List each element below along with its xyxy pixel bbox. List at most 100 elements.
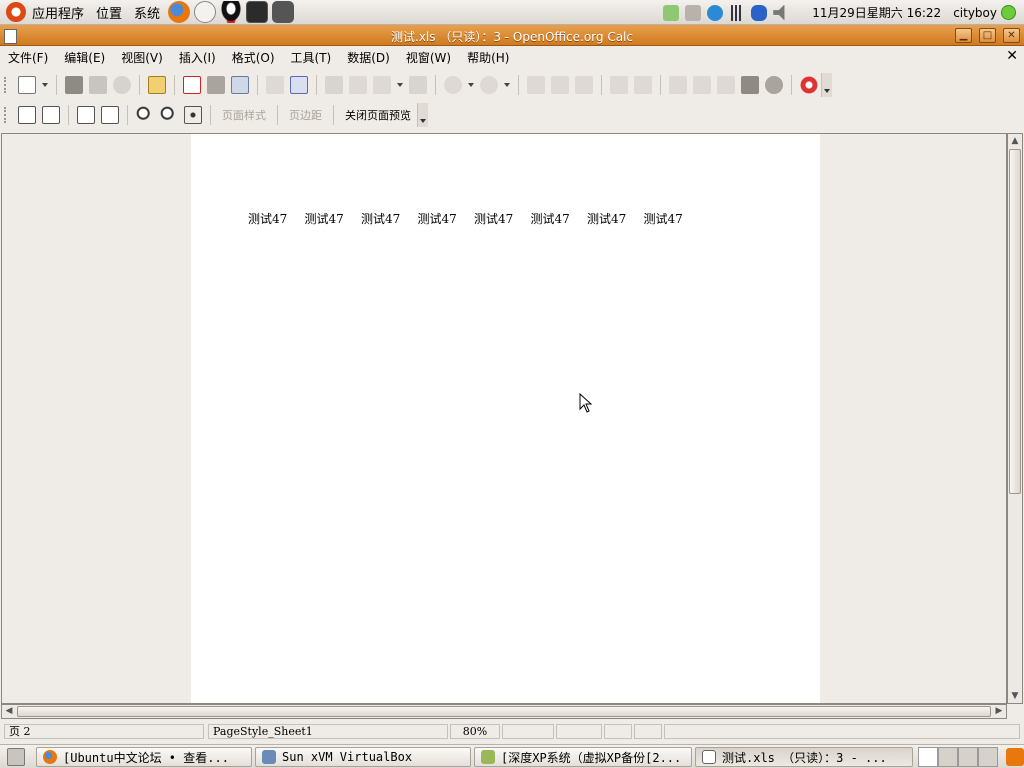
margins-button[interactable]: 页边距 (283, 107, 328, 123)
bluetooth-icon[interactable] (751, 4, 768, 21)
minimize-button[interactable]: ▁ (955, 28, 972, 43)
open-folder-icon[interactable] (65, 76, 83, 94)
zoom-magnifier-icon[interactable] (765, 76, 783, 94)
user-switcher[interactable]: cityboy (953, 5, 1016, 20)
new-dropdown-arrow-icon[interactable] (42, 83, 48, 87)
toolbar-grip[interactable] (4, 107, 9, 123)
autospellcheck-icon[interactable] (290, 76, 308, 94)
volume-icon[interactable] (773, 4, 785, 21)
firefox-icon[interactable] (168, 1, 191, 23)
scroll-up-arrow-icon[interactable]: ▲ (1008, 134, 1022, 148)
print-icon[interactable] (207, 76, 225, 94)
menu-format[interactable]: 格式(O) (224, 49, 283, 66)
datapilot-icon[interactable] (634, 76, 652, 94)
status-page-style[interactable]: PageStyle_Sheet1 (208, 724, 448, 739)
undo-dropdown-arrow-icon[interactable] (468, 83, 474, 87)
download-icon[interactable] (707, 4, 724, 21)
format-paintbrush-icon[interactable] (409, 76, 427, 94)
last-page-icon[interactable] (101, 106, 119, 124)
cut-icon[interactable] (325, 76, 343, 94)
workspace-3[interactable] (958, 747, 978, 767)
menu-insert[interactable]: 插入(I) (171, 49, 224, 66)
paste-icon[interactable] (373, 76, 391, 94)
redo-icon[interactable] (480, 76, 498, 94)
clock[interactable]: 11月29日星期六 16:22 (812, 4, 941, 21)
workspace-switcher[interactable] (918, 747, 998, 767)
next-page-icon[interactable] (42, 106, 60, 124)
workspace-2[interactable] (938, 747, 958, 767)
paste-dropdown-arrow-icon[interactable] (397, 83, 403, 87)
taskbar-item-xp-vm[interactable]: [深度XP系统（虚拟XP备份[2... (474, 747, 692, 767)
scroll-left-arrow-icon[interactable]: ◀ (2, 705, 16, 718)
show-draw-functions-icon[interactable] (669, 76, 687, 94)
mail-icon[interactable] (194, 1, 217, 23)
close-document-icon[interactable]: ✕ (1006, 48, 1018, 64)
taskbar-item-calc[interactable]: 测试.xls （只读）：3 - ... (695, 747, 913, 767)
screenshot-camera-icon[interactable] (272, 1, 295, 23)
gallery-icon[interactable] (741, 76, 759, 94)
vertical-scrollbar[interactable]: ▲ ▼ (1007, 133, 1023, 704)
vertical-scroll-thumb[interactable] (1009, 149, 1021, 494)
window-titlebar[interactable]: 测试.xls （只读）：3 - OpenOffice.org Calc ▁ □ … (0, 25, 1024, 46)
export-pdf-icon[interactable] (183, 76, 201, 94)
show-desktop-icon[interactable] (7, 748, 25, 766)
copy-icon[interactable] (349, 76, 367, 94)
hyperlink-icon[interactable] (527, 76, 545, 94)
trash-icon[interactable] (1006, 748, 1024, 766)
edit-file-icon[interactable] (148, 76, 166, 94)
close-window-button[interactable]: ✕ (1003, 28, 1020, 43)
undo-icon[interactable] (444, 76, 462, 94)
menu-tools[interactable]: 工具(T) (283, 49, 340, 66)
save-icon[interactable] (89, 76, 107, 94)
navigator-icon[interactable] (717, 76, 735, 94)
spellcheck-icon[interactable] (266, 76, 284, 94)
page-preview-icon[interactable] (231, 76, 249, 94)
zoom-out-icon[interactable] (160, 106, 178, 124)
status-selection-mode[interactable] (556, 724, 602, 739)
printer-icon[interactable] (685, 4, 702, 21)
workspace-4[interactable] (978, 747, 998, 767)
redo-dropdown-arrow-icon[interactable] (504, 83, 510, 87)
close-preview-button[interactable]: 关闭页面预览 (339, 107, 417, 123)
taskbar-item-virtualbox[interactable]: Sun xVM VirtualBox (255, 747, 471, 767)
workspace-1[interactable] (918, 747, 938, 767)
horizontal-scroll-thumb[interactable] (17, 706, 991, 717)
menu-edit[interactable]: 编辑(E) (56, 49, 113, 66)
find-replace-icon[interactable] (693, 76, 711, 94)
help-lifebuoy-icon[interactable] (800, 76, 818, 94)
email-document-icon[interactable] (113, 76, 131, 94)
status-insert-mode[interactable] (502, 724, 554, 739)
page-preview-area[interactable]: 测试47 测试47 测试47 测试47 测试47 测试47 测试47 测试47 (1, 133, 1007, 704)
menu-help[interactable]: 帮助(H) (459, 49, 517, 66)
insert-chart-icon[interactable] (610, 76, 628, 94)
network-signal-icon[interactable] (729, 4, 746, 21)
status-signature[interactable] (634, 724, 662, 739)
toolbar-overflow-button[interactable] (821, 73, 832, 97)
horizontal-scrollbar[interactable]: ◀ ▶ (1, 704, 1007, 719)
new-document-icon[interactable] (18, 76, 36, 94)
first-page-icon[interactable] (77, 106, 95, 124)
taskbar-item-firefox[interactable]: [Ubuntu中文论坛 • 查看... (36, 747, 252, 767)
toolbar-overflow-button[interactable] (417, 103, 428, 127)
sort-descending-icon[interactable] (575, 76, 593, 94)
chat-status-icon[interactable] (663, 4, 680, 21)
page-style-button[interactable]: 页面样式 (216, 107, 272, 123)
full-screen-icon[interactable] (184, 106, 202, 124)
places-menu[interactable]: 位置 (90, 0, 128, 25)
menu-data[interactable]: 数据(D) (339, 49, 398, 66)
previous-page-icon[interactable] (18, 106, 36, 124)
applications-menu[interactable]: 应用程序 (0, 0, 90, 25)
sort-ascending-icon[interactable] (551, 76, 569, 94)
zoom-in-icon[interactable] (136, 106, 154, 124)
qq-penguin-icon[interactable] (220, 1, 243, 23)
menu-window[interactable]: 视窗(W) (398, 49, 459, 66)
menu-file[interactable]: 文件(F) (0, 49, 56, 66)
maximize-button[interactable]: □ (979, 28, 996, 43)
system-menu[interactable]: 系统 (128, 0, 166, 25)
terminal-icon[interactable] (246, 1, 269, 23)
menu-view[interactable]: 视图(V) (113, 49, 171, 66)
scroll-down-arrow-icon[interactable]: ▼ (1008, 689, 1022, 703)
status-zoom[interactable]: 80% (450, 724, 500, 739)
toolbar-grip[interactable] (4, 77, 9, 93)
scroll-right-arrow-icon[interactable]: ▶ (992, 705, 1006, 718)
